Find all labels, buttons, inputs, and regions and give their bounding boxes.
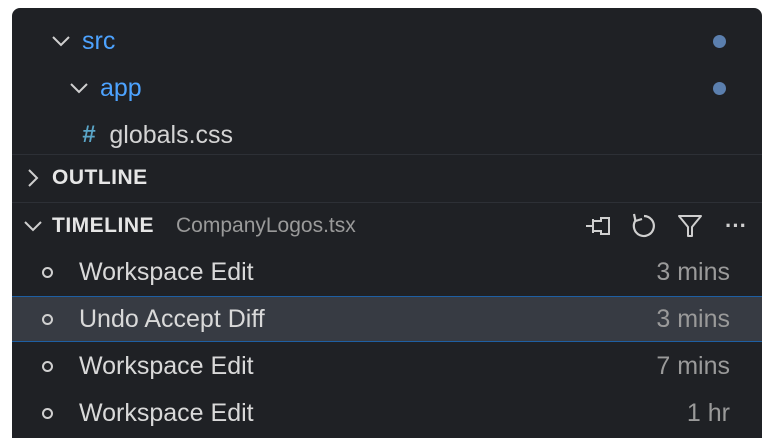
chevron-right-icon <box>20 165 46 191</box>
timeline-entry-label: Undo Accept Diff <box>79 304 265 333</box>
timeline-title: TIMELINE <box>52 213 154 237</box>
sidebar-panel: src app # globals.css OUTLINE TIMELINE C… <box>12 8 762 438</box>
outline-section-header[interactable]: OUTLINE <box>12 154 762 200</box>
timeline-entry-label: Workspace Edit <box>79 351 254 380</box>
circle-icon <box>42 360 53 372</box>
timeline-entry-label: Workspace Edit <box>79 257 254 286</box>
chevron-down-icon <box>48 28 74 54</box>
timeline-section-header[interactable]: TIMELINE CompanyLogos.tsx ··· <box>12 202 762 248</box>
timeline-entry-time: 1 hr <box>686 398 730 427</box>
circle-icon <box>42 266 53 278</box>
timeline-entry[interactable]: Workspace Edit 7 mins <box>12 343 762 389</box>
more-icon[interactable]: ··· <box>720 210 752 242</box>
outline-title: OUTLINE <box>52 165 148 189</box>
timeline-entry[interactable]: Workspace Edit 1 hr <box>12 390 762 436</box>
modified-dot <box>713 81 726 95</box>
circle-icon <box>42 313 53 325</box>
tree-item-app[interactable]: app <box>12 65 762 111</box>
refresh-icon[interactable] <box>628 210 660 242</box>
timeline-entry-selected[interactable]: Undo Accept Diff 3 mins <box>12 296 762 342</box>
modified-dot <box>713 34 726 48</box>
tree-item-src[interactable]: src <box>12 18 762 64</box>
timeline-entry-label: Workspace Edit <box>79 398 254 427</box>
circle-icon <box>42 407 53 419</box>
tree-item-label: globals.css <box>109 120 234 149</box>
timeline-file-name: CompanyLogos.tsx <box>176 213 356 237</box>
filter-icon[interactable] <box>674 210 706 242</box>
chevron-down-icon <box>20 213 46 239</box>
timeline-entry-time: 3 mins <box>656 257 730 286</box>
hash-icon: # <box>82 121 96 148</box>
tree-item-label: app <box>100 73 142 102</box>
timeline-entry-time: 3 mins <box>656 304 730 333</box>
chevron-down-icon <box>66 75 92 101</box>
timeline-entry-time: 7 mins <box>656 351 730 380</box>
pin-icon[interactable] <box>582 210 614 242</box>
timeline-actions: ··· <box>582 203 752 249</box>
timeline-entry[interactable]: Workspace Edit 3 mins <box>12 249 762 295</box>
tree-item-label: src <box>82 26 116 55</box>
tree-item-globals-css[interactable]: # globals.css <box>12 112 762 158</box>
